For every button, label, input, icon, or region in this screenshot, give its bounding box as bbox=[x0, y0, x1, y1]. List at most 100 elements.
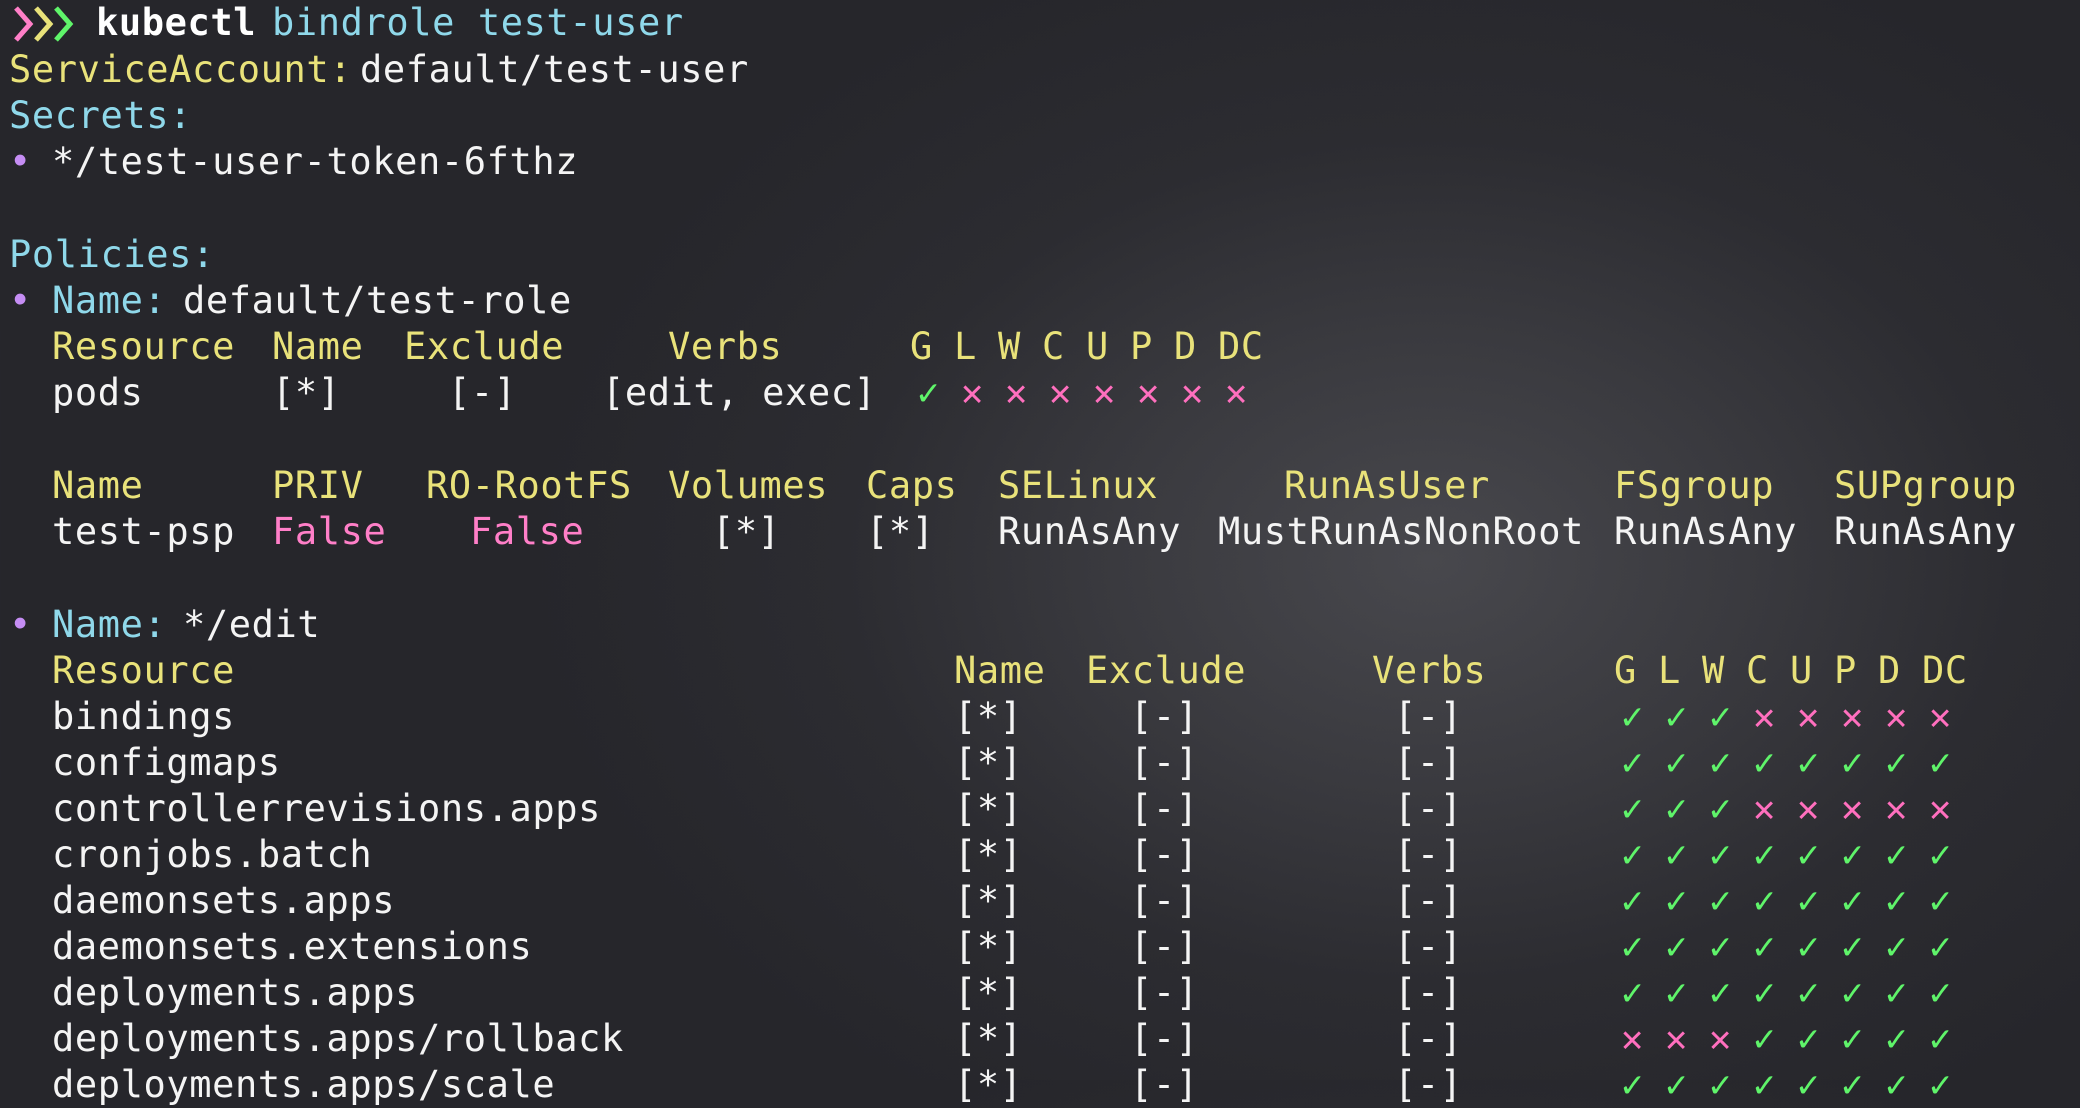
secret-item: */test-user-token-6fthz bbox=[52, 140, 579, 183]
flag-header-delete: D bbox=[1878, 649, 1901, 692]
check-icon: ✓ bbox=[1665, 741, 1688, 784]
check-icon: ✓ bbox=[1621, 925, 1644, 968]
cross-icon: ✕ bbox=[1137, 371, 1160, 414]
cross-icon: ✕ bbox=[1753, 787, 1776, 830]
check-icon: ✓ bbox=[1709, 695, 1732, 738]
check-icon: ✓ bbox=[1753, 741, 1776, 784]
row-name: [*] bbox=[954, 971, 1023, 1014]
bullet-icon: • bbox=[9, 603, 32, 646]
check-icon: ✓ bbox=[1709, 833, 1732, 876]
check-icon: ✓ bbox=[1929, 971, 1952, 1014]
check-icon: ✓ bbox=[1621, 695, 1644, 738]
row-exclude: [-] bbox=[1130, 1017, 1199, 1060]
cross-icon: ✕ bbox=[1797, 695, 1820, 738]
check-icon: ✓ bbox=[1797, 833, 1820, 876]
check-icon: ✓ bbox=[1885, 1063, 1908, 1106]
check-icon: ✓ bbox=[1753, 1063, 1776, 1106]
col-name-header: Name bbox=[954, 649, 1046, 692]
terminal-window[interactable]: kubectl bindrole test-user ServiceAccoun… bbox=[0, 0, 2080, 1106]
cross-icon: ✕ bbox=[1929, 695, 1952, 738]
row-exclude: [-] bbox=[1130, 925, 1199, 968]
row-verbs: [-] bbox=[1394, 695, 1463, 738]
check-icon: ✓ bbox=[1841, 1017, 1864, 1060]
check-icon: ✓ bbox=[1753, 833, 1776, 876]
flag-header-list: L bbox=[954, 325, 977, 368]
psp-volumes-value: [*] bbox=[712, 510, 781, 553]
check-icon: ✓ bbox=[1885, 741, 1908, 784]
psp-supgroup-value: RunAsAny bbox=[1834, 510, 2018, 553]
col-exclude-header: Exclude bbox=[404, 325, 565, 368]
psp-name: test-psp bbox=[52, 510, 236, 553]
flag-header-patch: P bbox=[1130, 325, 1153, 368]
psp-selinux-value: RunAsAny bbox=[998, 510, 1182, 553]
check-icon: ✓ bbox=[1929, 833, 1952, 876]
check-icon: ✓ bbox=[1709, 925, 1732, 968]
command-name: kubectl bbox=[96, 1, 257, 44]
check-icon: ✓ bbox=[1841, 879, 1864, 922]
row-resource: daemonsets.extensions bbox=[52, 925, 533, 968]
cross-icon: ✕ bbox=[1225, 371, 1248, 414]
row-resource: cronjobs.batch bbox=[52, 833, 373, 876]
psp-col-name-header: Name bbox=[52, 464, 144, 507]
cross-icon: ✕ bbox=[1929, 787, 1952, 830]
row-resource: deployments.apps/rollback bbox=[52, 1017, 624, 1060]
row-resource: deployments.apps/scale bbox=[52, 1063, 556, 1106]
psp-col-selinux-header: SELinux bbox=[998, 464, 1159, 507]
row-name: [*] bbox=[954, 879, 1023, 922]
cross-icon: ✕ bbox=[1797, 787, 1820, 830]
cross-icon: ✕ bbox=[1841, 695, 1864, 738]
check-icon: ✓ bbox=[1929, 925, 1952, 968]
cross-icon: ✕ bbox=[1753, 695, 1776, 738]
row-exclude: [-] bbox=[448, 371, 517, 414]
flag-header-watch: W bbox=[998, 325, 1021, 368]
check-icon: ✓ bbox=[1929, 1017, 1952, 1060]
policy-name-value: default/test-role bbox=[183, 279, 572, 322]
cross-icon: ✕ bbox=[1665, 1017, 1688, 1060]
cross-icon: ✕ bbox=[1885, 695, 1908, 738]
check-icon: ✓ bbox=[1841, 1063, 1864, 1106]
check-icon: ✓ bbox=[1621, 741, 1644, 784]
check-icon: ✓ bbox=[1841, 741, 1864, 784]
row-name: [*] bbox=[954, 1063, 1023, 1106]
check-icon: ✓ bbox=[1665, 879, 1688, 922]
check-icon: ✓ bbox=[917, 371, 940, 414]
row-exclude: [-] bbox=[1130, 741, 1199, 784]
check-icon: ✓ bbox=[1621, 1063, 1644, 1106]
check-icon: ✓ bbox=[1753, 971, 1776, 1014]
command-args: bindrole test-user bbox=[272, 1, 684, 44]
row-exclude: [-] bbox=[1130, 787, 1199, 830]
cross-icon: ✕ bbox=[1709, 1017, 1732, 1060]
col-exclude-header: Exclude bbox=[1086, 649, 1247, 692]
psp-col-caps-header: Caps bbox=[866, 464, 958, 507]
psp-caps-value: [*] bbox=[866, 510, 935, 553]
flag-header-update: U bbox=[1086, 325, 1109, 368]
policy-name-value: */edit bbox=[183, 603, 321, 646]
check-icon: ✓ bbox=[1797, 925, 1820, 968]
secrets-label: Secrets: bbox=[9, 94, 193, 137]
row-resource: daemonsets.apps bbox=[52, 879, 396, 922]
policies-label: Policies: bbox=[9, 233, 215, 276]
row-resource: pods bbox=[52, 371, 144, 414]
policy-name-label: Name: bbox=[52, 279, 167, 322]
check-icon: ✓ bbox=[1841, 971, 1864, 1014]
flag-header-update: U bbox=[1790, 649, 1813, 692]
flag-header-delete: D bbox=[1174, 325, 1197, 368]
flag-header-get: G bbox=[910, 325, 933, 368]
row-verbs: [-] bbox=[1394, 1063, 1463, 1106]
check-icon: ✓ bbox=[1885, 971, 1908, 1014]
check-icon: ✓ bbox=[1665, 1063, 1688, 1106]
cross-icon: ✕ bbox=[1005, 371, 1028, 414]
check-icon: ✓ bbox=[1709, 879, 1732, 922]
row-name: [*] bbox=[954, 741, 1023, 784]
check-icon: ✓ bbox=[1621, 971, 1644, 1014]
bullet-icon: • bbox=[9, 279, 32, 322]
flag-header-patch: P bbox=[1834, 649, 1857, 692]
col-verbs-header: Verbs bbox=[668, 325, 783, 368]
psp-col-volumes-header: Volumes bbox=[668, 464, 829, 507]
check-icon: ✓ bbox=[1709, 1063, 1732, 1106]
flag-header-create: C bbox=[1042, 325, 1065, 368]
check-icon: ✓ bbox=[1885, 925, 1908, 968]
check-icon: ✓ bbox=[1885, 833, 1908, 876]
check-icon: ✓ bbox=[1709, 787, 1732, 830]
row-name: [*] bbox=[954, 833, 1023, 876]
